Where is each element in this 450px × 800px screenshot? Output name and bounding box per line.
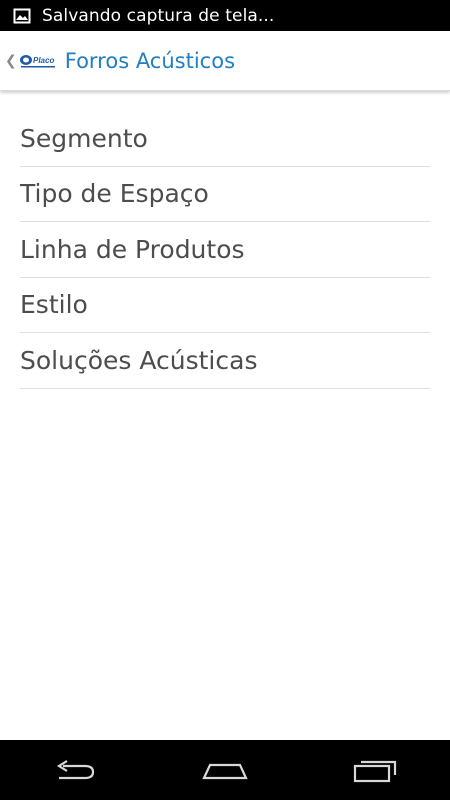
menu-list: Segmento Tipo de Espaço Linha de Produto…	[20, 111, 430, 389]
status-bar: Salvando captura de tela...	[0, 0, 450, 31]
svg-text:Placo: Placo	[33, 56, 54, 65]
chevron-left-icon: ❮	[5, 52, 17, 69]
recent-apps-button[interactable]	[330, 740, 420, 800]
menu-item-linha-de-produtos[interactable]: Linha de Produtos	[20, 222, 430, 278]
menu-item-label: Linha de Produtos	[20, 234, 245, 264]
image-icon	[13, 8, 31, 23]
back-button[interactable]	[30, 740, 120, 800]
menu-item-estilo[interactable]: Estilo	[20, 278, 430, 333]
page-title: Forros Acústicos	[64, 48, 236, 73]
menu-item-label: Tipo de Espaço	[20, 179, 209, 209]
placo-logo: Placo	[19, 54, 55, 67]
home-button[interactable]	[180, 740, 270, 800]
back-icon	[56, 760, 95, 780]
up-navigation-button[interactable]: ❮ Placo	[0, 31, 65, 91]
home-icon	[202, 763, 248, 780]
action-bar: ❮ Placo Forros Acústicos	[0, 31, 450, 91]
menu-item-label: Soluções Acústicas	[20, 345, 258, 375]
recent-apps-icon	[353, 760, 397, 783]
status-text: Salvando captura de tela...	[42, 5, 275, 26]
menu-item-segmento[interactable]: Segmento	[20, 111, 430, 167]
menu-item-label: Segmento	[20, 123, 148, 153]
menu-item-tipo-de-espaco[interactable]: Tipo de Espaço	[20, 167, 430, 222]
menu-item-solucoes-acusticas[interactable]: Soluções Acústicas	[20, 333, 430, 389]
menu-item-label: Estilo	[20, 290, 88, 320]
navigation-bar	[0, 740, 450, 800]
